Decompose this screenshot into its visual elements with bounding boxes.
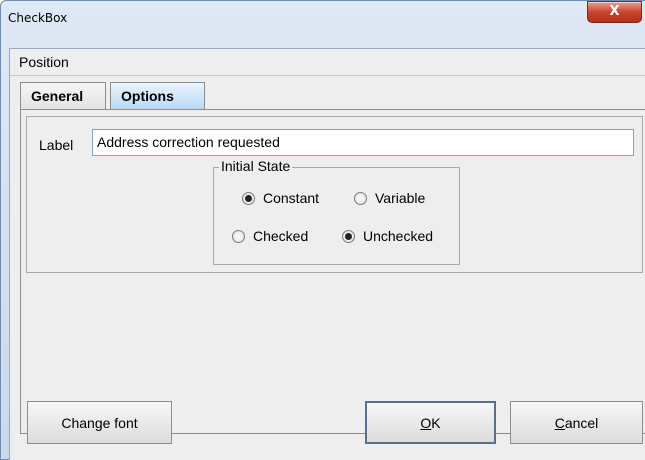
title-bar[interactable]: CheckBox X: [1, 1, 645, 34]
radio-unselected-icon: [232, 229, 245, 243]
radio-unchecked[interactable]: Unchecked: [342, 228, 433, 244]
options-tab-panel: Label Address correction requested Initi…: [20, 109, 645, 434]
cancel-mnemonic: C: [554, 414, 565, 431]
cancel-label: ancel: [564, 414, 599, 431]
ok-label: K: [431, 414, 441, 431]
dialog-client: Position General Options Label Address c…: [9, 48, 645, 460]
label-input[interactable]: Address correction requested: [92, 129, 634, 156]
radio-label: Checked: [253, 228, 309, 244]
radio-label: Variable: [375, 190, 426, 206]
label-caption: Label: [39, 137, 74, 153]
tab-options[interactable]: Options: [110, 82, 205, 110]
window-title: CheckBox: [8, 11, 68, 25]
radio-selected-icon: [342, 229, 355, 243]
change-font-label: Change font: [61, 414, 138, 431]
tab-general[interactable]: General: [20, 82, 106, 110]
close-icon: X: [609, 4, 620, 19]
radio-selected-icon: [242, 191, 255, 205]
initial-state-title: Initial State: [219, 158, 293, 174]
menu-item-position[interactable]: Position: [19, 54, 69, 70]
radio-constant[interactable]: Constant: [242, 190, 319, 206]
radio-unselected-icon: [354, 191, 367, 205]
cancel-button[interactable]: Cancel: [510, 401, 643, 444]
radio-label: Constant: [263, 190, 320, 206]
menu-bar: Position: [10, 49, 645, 76]
dialog-window: CheckBox X Position General Options Labe…: [0, 0, 645, 460]
radio-variable[interactable]: Variable: [354, 190, 425, 206]
radio-checked[interactable]: Checked: [232, 228, 308, 244]
ok-mnemonic: O: [420, 414, 432, 431]
options-box: Label Address correction requested Initi…: [26, 116, 643, 273]
close-button[interactable]: X: [587, 1, 642, 23]
radio-label: Unchecked: [363, 228, 434, 244]
initial-state-group: Initial State Constant Variable Checked: [213, 158, 460, 265]
ok-button[interactable]: OK: [365, 401, 496, 444]
change-font-button[interactable]: Change font: [27, 401, 172, 444]
